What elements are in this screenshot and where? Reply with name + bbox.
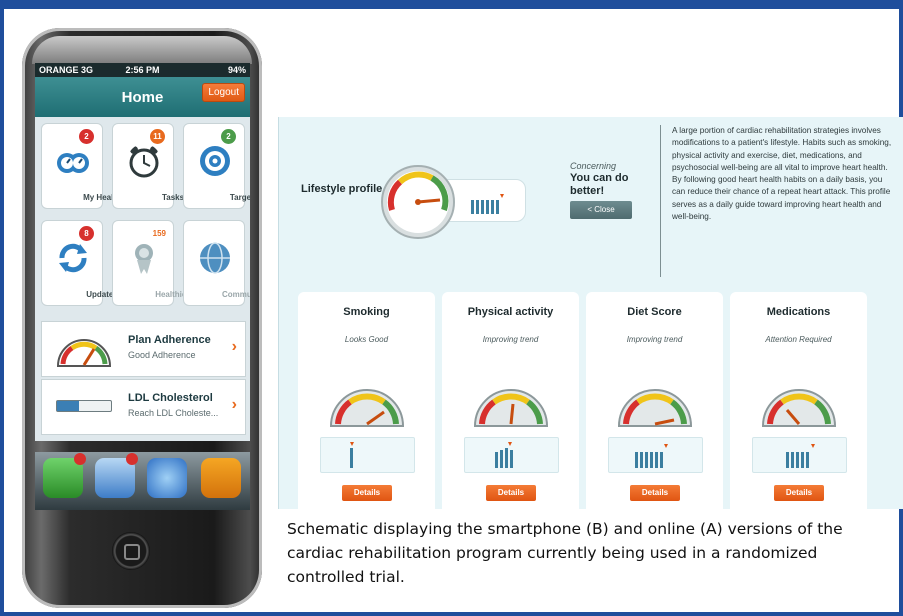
chevron-right-icon: › <box>231 396 237 413</box>
badge-count: 2 <box>221 129 236 144</box>
page-title: Home <box>121 88 164 106</box>
home-button[interactable] <box>112 532 150 570</box>
metric-status: Looks Good <box>344 335 389 344</box>
metric-card-smoking: Smoking Looks Good Details <box>298 292 435 509</box>
plan-adherence-card[interactable]: Plan Adherence Good Adherence › <box>41 321 246 377</box>
metric-status: Improving trend <box>626 335 683 344</box>
metric-bar-strip <box>752 437 847 473</box>
card-subtitle: Reach LDL Choleste... <box>128 408 219 418</box>
metric-bar-strip <box>320 437 415 473</box>
award-ribbon-icon <box>135 244 153 274</box>
program-description: A large portion of cardiac rehabilitatio… <box>672 126 892 222</box>
details-button[interactable]: Details <box>486 485 536 501</box>
metric-status: Improving trend <box>482 335 539 344</box>
safari-app-icon[interactable] <box>147 458 187 498</box>
medications-gauge-icon <box>761 389 837 427</box>
close-button[interactable]: < Close <box>570 201 632 219</box>
details-button[interactable]: Details <box>342 485 392 501</box>
mail-app-icon[interactable] <box>95 453 138 498</box>
metric-bar-strip <box>464 437 559 473</box>
status-time: 2:56 PM <box>125 65 160 75</box>
ldl-progress-bar <box>56 400 112 412</box>
details-button[interactable]: Details <box>630 485 680 501</box>
metric-title: Physical activity <box>467 306 554 318</box>
smoking-gauge-icon <box>329 389 405 427</box>
concern-label: Concerning <box>570 161 617 171</box>
badge-count: 2 <box>79 129 94 144</box>
phone-app-icon[interactable] <box>43 453 86 498</box>
metric-card-physical-activity: Physical activity Improving trend Detail… <box>442 292 579 509</box>
tile-community[interactable]: Community <box>183 220 250 306</box>
battery-level: 94% <box>227 65 246 75</box>
app-dock <box>35 452 250 510</box>
status-bar: ORANGE 3G 2:56 PM 94% <box>35 63 250 77</box>
metric-title: Smoking <box>343 306 390 318</box>
carrier-label: ORANGE 3G <box>39 65 94 75</box>
tile-tasks[interactable]: 11 Tasks <box>112 123 184 209</box>
tile-healthies[interactable]: 159 Healthies <box>112 220 191 306</box>
details-button[interactable]: Details <box>774 485 824 501</box>
metric-status: Attention Required <box>765 335 832 344</box>
logout-button[interactable]: Logout <box>202 83 245 102</box>
metric-card-diet-score: Diet Score Improving trend Details <box>586 292 723 509</box>
metric-bar-strip <box>608 437 703 473</box>
badge-count: 8 <box>79 226 94 241</box>
ldl-cholesterol-card[interactable]: LDL Cholesterol Reach LDL Choleste... › <box>41 379 246 435</box>
adherence-gauge-icon <box>56 339 112 367</box>
target-icon <box>200 146 230 176</box>
phone-screen: ORANGE 3G 2:56 PM 94% Home Logout 2 My H… <box>35 63 250 441</box>
phone-top-bezel <box>32 36 252 64</box>
tile-label: Community <box>222 290 250 299</box>
badge-count: 11 <box>150 129 165 144</box>
figure-caption: Schematic displaying the smartphone (B) … <box>287 520 843 586</box>
globe-icon <box>200 242 230 274</box>
home-navbar: Home Logout <box>35 77 250 117</box>
tile-updates[interactable]: 8 Updates <box>41 220 118 306</box>
tile-label: Targets <box>229 193 250 202</box>
chevron-right-icon: › <box>231 338 237 355</box>
alarm-clock-icon <box>129 146 159 178</box>
card-subtitle: Good Adherence <box>128 350 196 360</box>
badge-count: 159 <box>152 229 166 238</box>
card-title: Plan Adherence <box>128 334 211 346</box>
card-title: LDL Cholesterol <box>128 392 213 404</box>
vertical-divider <box>660 125 661 277</box>
diet-score-gauge-icon <box>617 389 693 427</box>
feedback-headline: You can do better! <box>570 172 629 197</box>
heart-gauge-icon <box>57 153 89 173</box>
metric-title: Diet Score <box>627 306 682 318</box>
sync-icon <box>59 243 87 273</box>
physical-activity-gauge-icon <box>473 389 549 427</box>
lifestyle-gauge <box>381 165 455 239</box>
tile-targets[interactable]: 2 Targets <box>183 123 250 209</box>
metric-title: Medications <box>766 306 831 318</box>
online-dashboard: Lifestyle profile Concerning You can do … <box>278 117 903 509</box>
ipod-app-icon[interactable] <box>201 458 241 498</box>
tile-my-health[interactable]: 2 My Health <box>41 123 121 209</box>
metric-card-medications: Medications Attention Required Details <box>730 292 867 509</box>
lifestyle-profile-label: Lifestyle profile <box>301 183 383 195</box>
